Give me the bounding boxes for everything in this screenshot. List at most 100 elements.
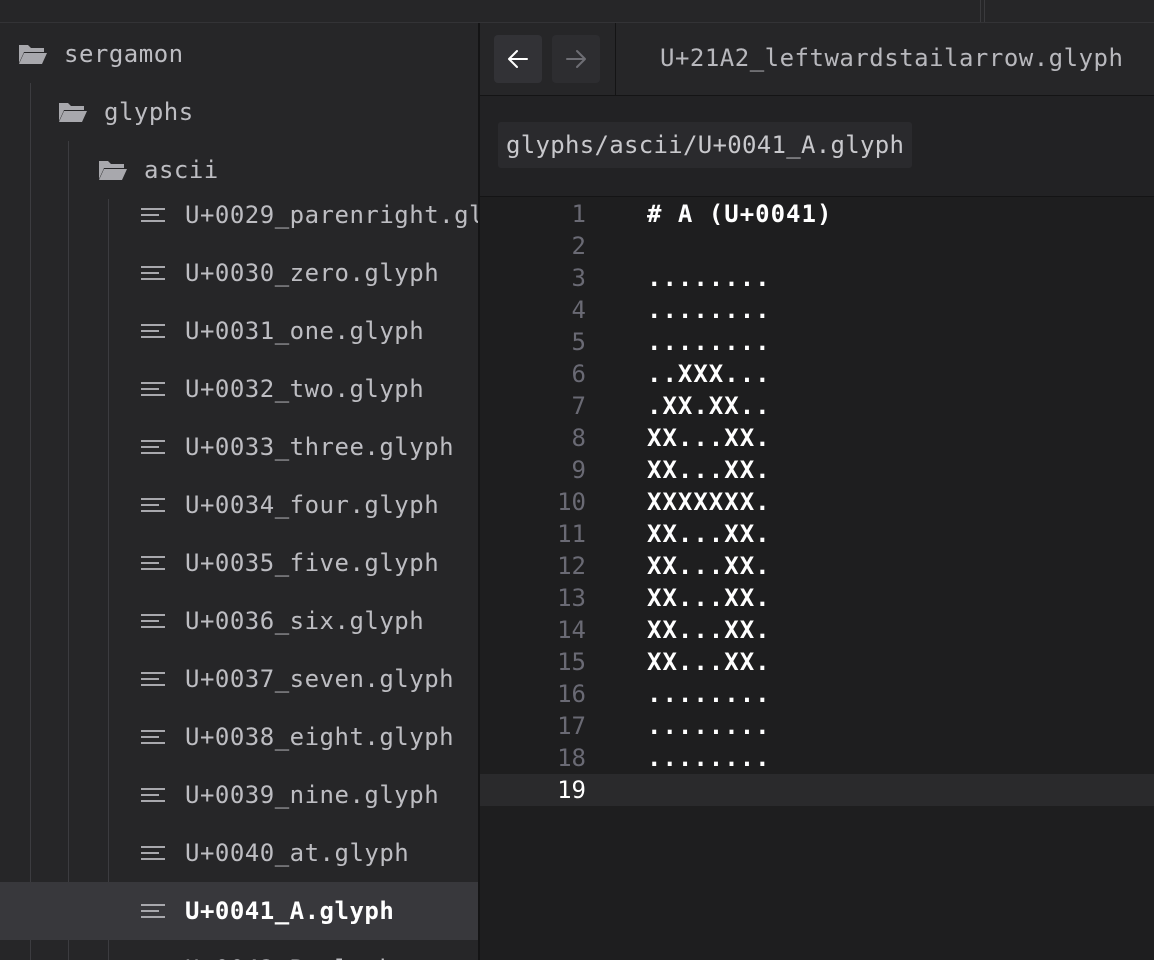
- code-line: 19: [480, 774, 1154, 806]
- line-number: 6: [571, 360, 586, 388]
- tree-file-item[interactable]: U+0033_three.glyph: [0, 418, 478, 476]
- line-text: # A (U+0041): [647, 200, 833, 228]
- tree-file-item[interactable]: U+0036_six.glyph: [0, 592, 478, 650]
- code-line: 10 XXXXXXX.: [480, 486, 1154, 518]
- tree-file-item[interactable]: U+0041_A.glyph: [0, 882, 478, 940]
- line-text: ..XXX...: [647, 360, 771, 388]
- tree-file-item[interactable]: U+0030_zero.glyph: [0, 244, 478, 302]
- code-line: 16........: [480, 678, 1154, 710]
- code-line: 14 XX...XX.: [480, 614, 1154, 646]
- arrow-right-icon: [566, 50, 586, 68]
- line-text: XXXXXXX.: [647, 488, 771, 516]
- line-text: XX...XX.: [647, 456, 771, 484]
- file-lines-icon: [141, 901, 167, 921]
- file-lines-icon: [141, 553, 167, 573]
- tree-file-label: U+0038_eight.glyph: [185, 723, 455, 751]
- line-text: XX...XX.: [647, 552, 771, 580]
- tree-folder-label: ascii: [144, 156, 219, 184]
- tree-file-label: U+0039_nine.glyph: [185, 781, 440, 809]
- arrow-left-icon: [508, 50, 528, 68]
- top-divider: [980, 0, 981, 22]
- tree-folder-label: glyphs: [104, 98, 194, 126]
- line-number: 17: [557, 712, 586, 740]
- tree-file-label: U+0035_five.glyph: [185, 549, 440, 577]
- line-number: 15: [557, 648, 586, 676]
- line-text: ........: [647, 680, 771, 708]
- line-text: ........: [647, 744, 771, 772]
- folder-open-icon: [58, 100, 88, 124]
- code-line: 4........: [480, 294, 1154, 326]
- line-text: XX...XX.: [647, 520, 771, 548]
- tree-file-label: U+0036_six.glyph: [185, 607, 425, 635]
- tree-file-label: U+0029_parenright.glyph: [185, 201, 478, 229]
- code-line: 15 XX...XX.: [480, 646, 1154, 678]
- file-lines-icon: [141, 205, 167, 225]
- editor-pane: U+21A2_leftwardstailarrow.glyph glyphs/a…: [480, 23, 1154, 960]
- forward-button[interactable]: [552, 35, 600, 83]
- line-number: 2: [571, 232, 586, 260]
- tree-file-label: U+0041_A.glyph: [185, 897, 395, 925]
- line-number: 14: [557, 616, 586, 644]
- code-line: 3........: [480, 262, 1154, 294]
- back-button[interactable]: [494, 35, 542, 83]
- line-number: 11: [557, 520, 586, 548]
- code-line: 9 XX...XX.: [480, 454, 1154, 486]
- top-strip: [0, 0, 1154, 23]
- line-number: 13: [557, 584, 586, 612]
- tree-file-item[interactable]: U+0031_one.glyph: [0, 302, 478, 360]
- folder-open-icon: [18, 42, 48, 66]
- line-text: .XX.XX..: [647, 392, 771, 420]
- line-text: XX...XX.: [647, 424, 771, 452]
- tree-file-label: U+0042_B.glyph: [185, 955, 394, 960]
- tree-file-item[interactable]: U+0037_seven.glyph: [0, 650, 478, 708]
- line-number: 10: [557, 488, 586, 516]
- line-text: ........: [647, 712, 771, 740]
- code-line: 18........: [480, 742, 1154, 774]
- file-lines-icon: [141, 785, 167, 805]
- tree-file-label: U+0037_seven.glyph: [185, 665, 455, 693]
- file-lines-icon: [141, 495, 167, 515]
- tree-file-item[interactable]: U+0038_eight.glyph: [0, 708, 478, 766]
- code-line: 7 .XX.XX..: [480, 390, 1154, 422]
- tree-file-label: U+0040_at.glyph: [185, 839, 410, 867]
- tab-title[interactable]: U+21A2_leftwardstailarrow.glyph: [660, 44, 1123, 72]
- tree-file-item[interactable]: U+0042_B.glyph: [0, 940, 478, 960]
- line-text: ........: [647, 328, 771, 356]
- file-lines-icon: [141, 611, 167, 631]
- line-text: ........: [647, 296, 771, 324]
- line-text: XX...XX.: [647, 616, 771, 644]
- tab-divider: [615, 23, 616, 95]
- tree-file-item[interactable]: U+0039_nine.glyph: [0, 766, 478, 824]
- line-number: 3: [571, 264, 586, 292]
- tree-file-label: U+0031_one.glyph: [185, 317, 425, 345]
- code-line: 6 ..XXX...: [480, 358, 1154, 390]
- tree-file-item[interactable]: U+0034_four.glyph: [0, 476, 478, 534]
- tree-file-item[interactable]: U+0040_at.glyph: [0, 824, 478, 882]
- code-line: 11 XX...XX.: [480, 518, 1154, 550]
- line-number: 19: [557, 776, 586, 804]
- tree-file-item[interactable]: U+0029_parenright.glyph: [0, 186, 478, 244]
- tree-folder-sergamon[interactable]: sergamon: [0, 25, 478, 83]
- line-number: 4: [571, 296, 586, 324]
- editor-app: sergamon glyphs ascii U+0029_parenright.…: [0, 0, 1154, 960]
- line-text: XX...XX.: [647, 648, 771, 676]
- tree-folder-glyphs[interactable]: glyphs: [0, 83, 478, 141]
- line-number: 8: [571, 424, 586, 452]
- code-line: 17........: [480, 710, 1154, 742]
- tree-file-item[interactable]: U+0032_two.glyph: [0, 360, 478, 418]
- file-lines-icon: [141, 727, 167, 747]
- file-lines-icon: [141, 669, 167, 689]
- file-tree-sidebar: sergamon glyphs ascii U+0029_parenright.…: [0, 23, 478, 960]
- line-number: 18: [557, 744, 586, 772]
- line-number: 12: [557, 552, 586, 580]
- tree-file-label: U+0030_zero.glyph: [185, 259, 440, 287]
- breadcrumb[interactable]: glyphs/ascii/U+0041_A.glyph: [498, 122, 913, 168]
- line-number: 5: [571, 328, 586, 356]
- tree-file-item[interactable]: U+0035_five.glyph: [0, 534, 478, 592]
- line-text: XX...XX.: [647, 584, 771, 612]
- line-number: 7: [571, 392, 586, 420]
- tree-file-label: U+0032_two.glyph: [185, 375, 425, 403]
- file-lines-icon: [141, 843, 167, 863]
- folder-open-icon: [98, 158, 128, 182]
- code-line: 13 XX...XX.: [480, 582, 1154, 614]
